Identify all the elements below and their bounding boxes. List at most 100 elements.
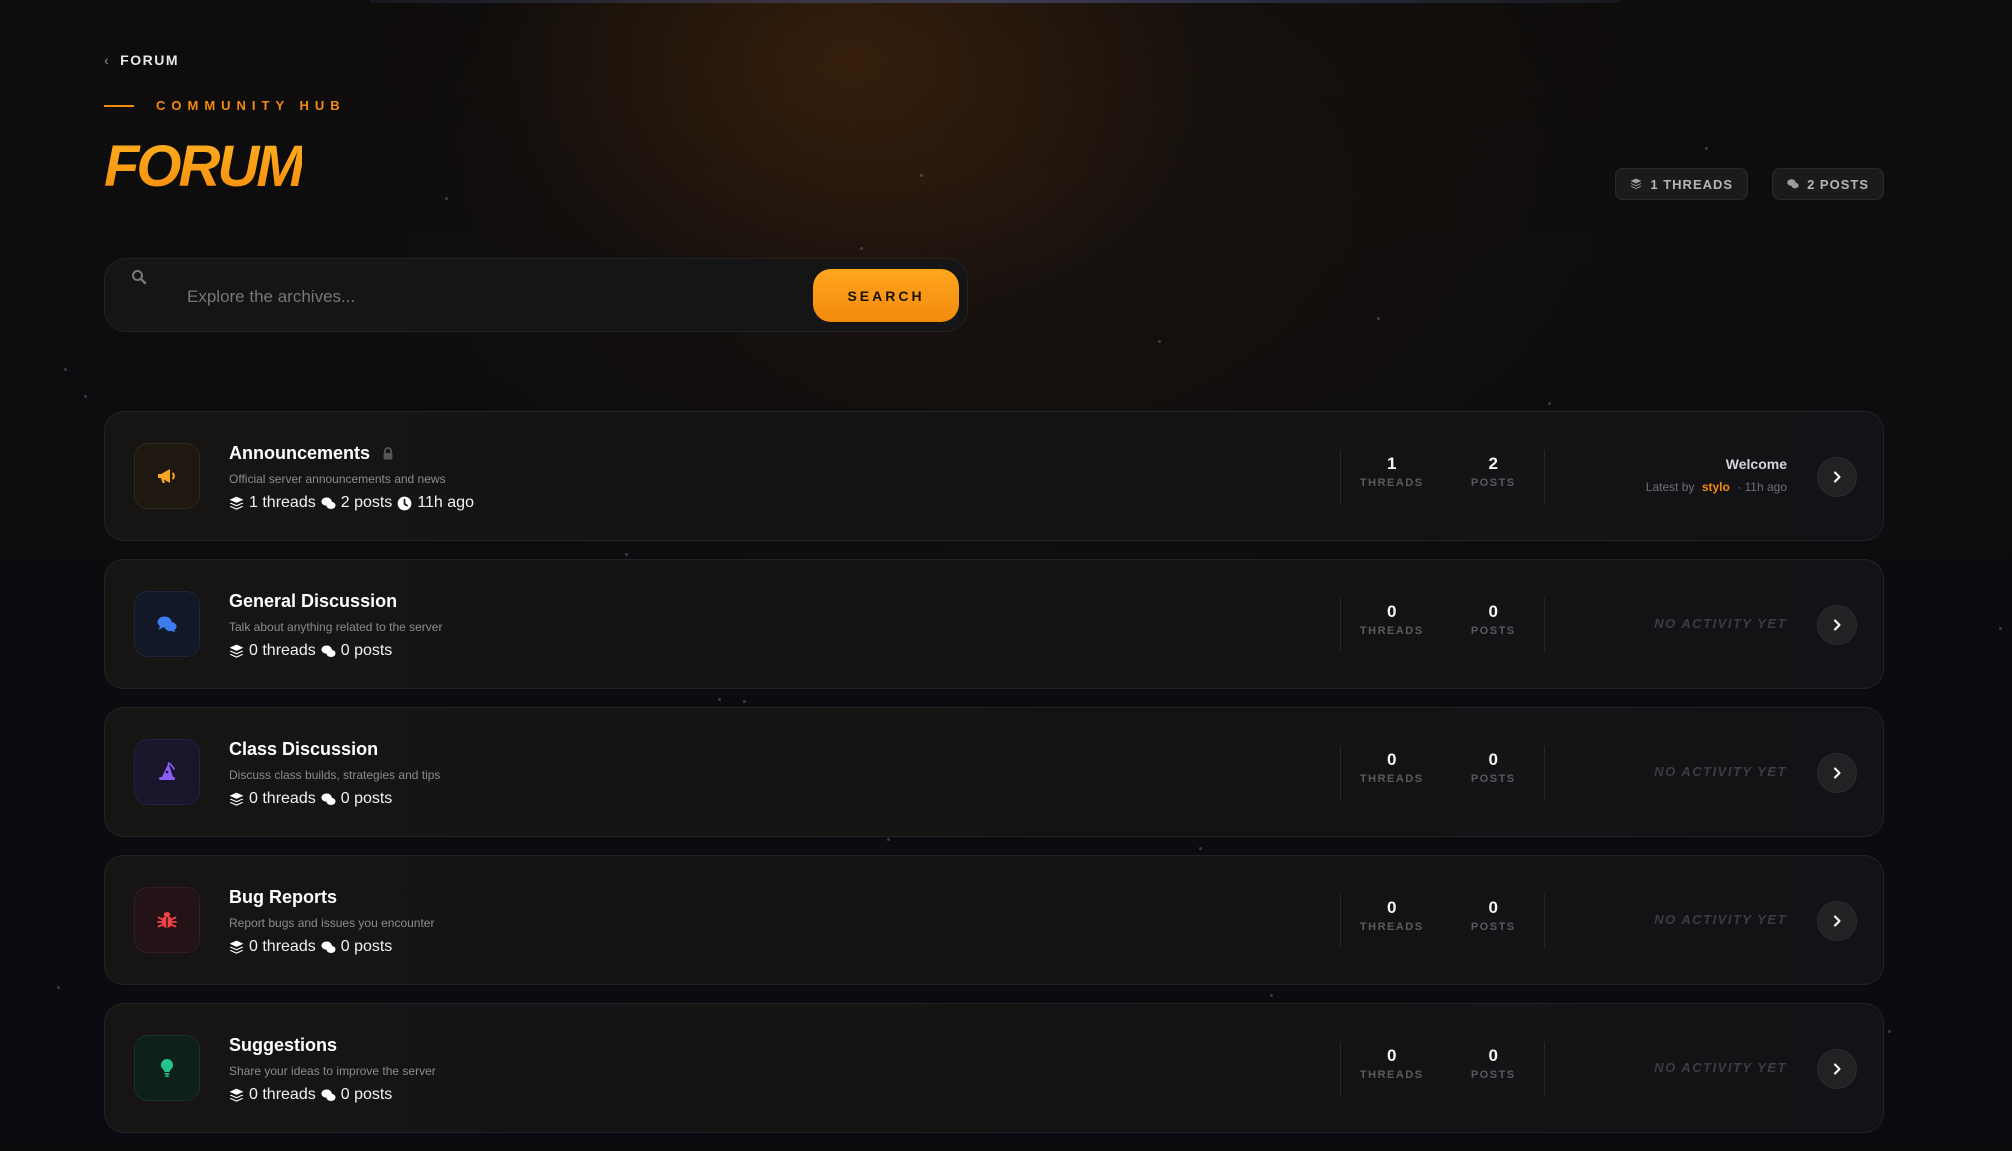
category-meta: 1 threads 2 posts 11h ago [229,494,474,512]
category-description: Official server announcements and news [229,472,446,486]
open-category-button[interactable] [1817,1049,1857,1089]
category-name[interactable]: Suggestions [229,1035,337,1056]
layers-icon [229,940,244,954]
top-accent-bar [370,0,1620,3]
threads-label: THREADS [1359,921,1424,933]
open-category-button[interactable] [1817,901,1857,941]
posts-value: 0 [1488,750,1498,769]
category-card-announcements[interactable]: Announcements Official server announceme… [104,411,1884,541]
category-icon-tile [134,739,200,805]
category-counts: 0 THREADS 0 POSTS [1340,746,1545,800]
posts-label: POSTS [1470,773,1516,785]
meta-posts: 0 posts [340,938,393,955]
category-meta: 0 threads 0 posts [229,642,442,660]
search-bar: SEARCH [104,258,968,332]
category-counts: 1 THREADS 2 POSTS [1340,450,1545,504]
category-icon-tile [134,887,200,953]
no-activity-label: NO ACTIVITY YET [1654,912,1787,927]
category-description: Talk about anything related to the serve… [229,620,443,634]
threads-count: 1 THREADS [1341,450,1443,504]
chevron-right-icon [1833,1063,1841,1075]
category-card-bug-reports[interactable]: Bug Reports Report bugs and issues you e… [104,855,1884,985]
threads-value: 0 [1387,1046,1397,1065]
layers-icon [229,496,244,510]
category-list: Announcements Official server announceme… [104,411,1884,1151]
eyebrow-line [104,104,134,107]
posts-value: 2 [1488,454,1498,473]
breadcrumb-label: FORUM [120,52,179,68]
chevron-left-icon: ‹ [104,52,111,68]
category-info: Class Discussion Discuss class builds, s… [229,739,440,808]
posts-label: POSTS [1470,477,1516,489]
threads-count-text: 1 THREADS [1650,176,1734,192]
posts-count: 0 POSTS [1443,1042,1545,1096]
category-title: Bug Reports [229,887,434,908]
forum-stats: 1 THREADS 2 POSTS [1615,168,1884,200]
chat-bubbles-icon [321,793,336,805]
threads-value: 0 [1387,602,1397,621]
category-icon-tile [134,443,200,509]
bug-icon [157,912,177,928]
latest-post[interactable]: Welcome Latest by stylo · 11h ago [1646,456,1787,494]
no-activity-label: NO ACTIVITY YET [1654,1060,1787,1075]
threads-value: 0 [1387,750,1397,769]
chat-bubbles-icon [1787,179,1799,189]
posts-label: POSTS [1470,1069,1516,1081]
open-category-button[interactable] [1817,605,1857,645]
eyebrow-text: COMMUNITY HUB [156,98,346,113]
no-activity-label: NO ACTIVITY YET [1654,764,1787,779]
category-description: Share your ideas to improve the server [229,1064,436,1078]
category-counts: 0 THREADS 0 POSTS [1340,894,1545,948]
breadcrumb[interactable]: ‹ FORUM [104,52,179,68]
category-description: Discuss class builds, strategies and tip… [229,768,441,782]
latest-post-title[interactable]: Welcome [1646,456,1787,472]
category-info: Bug Reports Report bugs and issues you e… [229,887,434,956]
category-card-class-discussion[interactable]: Class Discussion Discuss class builds, s… [104,707,1884,837]
latest-post-author[interactable]: stylo [1702,480,1730,494]
category-name[interactable]: Announcements [229,443,370,464]
category-icon-tile [134,1035,200,1101]
meta-posts: 0 posts [340,790,393,807]
layers-icon [229,792,244,806]
meta-time: 11h ago [417,494,474,511]
layers-icon [229,644,244,658]
category-name[interactable]: Class Discussion [229,739,378,760]
chat-bubbles-icon [321,1089,336,1101]
meta-threads: 0 threads [249,1086,316,1103]
category-info: Announcements Official server announceme… [229,443,474,512]
category-title: Announcements [229,443,474,464]
chat-bubbles-icon [157,616,177,633]
posts-count: 0 POSTS [1443,894,1545,948]
posts-count-text: 2 POSTS [1807,176,1869,192]
category-name[interactable]: Bug Reports [229,887,337,908]
posts-count: 0 POSTS [1443,746,1545,800]
posts-count: 0 POSTS [1443,598,1545,652]
category-counts: 0 THREADS 0 POSTS [1340,1042,1545,1096]
category-info: General Discussion Talk about anything r… [229,591,442,660]
no-activity-label: NO ACTIVITY YET [1654,616,1787,631]
search-button[interactable]: SEARCH [813,269,959,322]
chat-bubbles-icon [321,497,336,509]
latest-by-label: Latest by [1645,480,1695,494]
open-category-button[interactable] [1817,753,1857,793]
layers-icon [1630,178,1642,189]
open-category-button[interactable] [1817,457,1857,497]
category-meta: 0 threads 0 posts [229,1086,436,1104]
search-input[interactable] [185,281,889,313]
posts-value: 0 [1488,602,1498,621]
threads-label: THREADS [1359,625,1424,637]
category-name[interactable]: General Discussion [229,591,397,612]
meta-threads: 0 threads [249,790,316,807]
category-title: General Discussion [229,591,442,612]
category-card-suggestions[interactable]: Suggestions Share your ideas to improve … [104,1003,1884,1133]
wizard-hat-icon [159,762,175,780]
threads-label: THREADS [1359,1069,1424,1081]
threads-count: 0 THREADS [1341,598,1443,652]
category-card-general-discussion[interactable]: General Discussion Talk about anything r… [104,559,1884,689]
threads-value: 1 [1387,454,1397,473]
category-info: Suggestions Share your ideas to improve … [229,1035,436,1104]
posts-count-badge: 2 POSTS [1772,168,1884,200]
posts-label: POSTS [1470,625,1516,637]
category-icon-tile [134,591,200,657]
chat-bubbles-icon [321,645,336,657]
